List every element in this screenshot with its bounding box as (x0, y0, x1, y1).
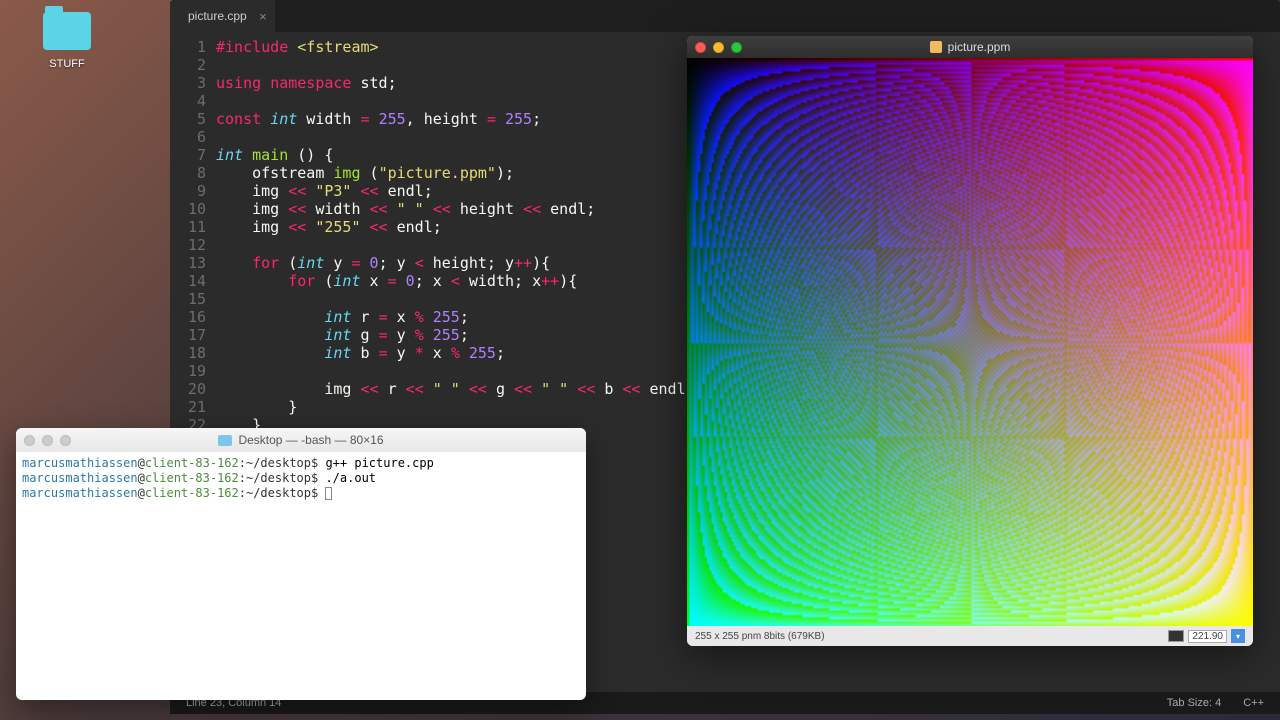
folder-icon (43, 12, 91, 50)
zoom-button[interactable] (731, 42, 742, 53)
image-info: 255 x 255 pnm 8bits (679KB) (695, 631, 825, 642)
image-canvas-area (687, 58, 1253, 626)
close-icon[interactable]: × (259, 9, 267, 24)
minimize-button[interactable] (713, 42, 724, 53)
viewer-titlebar[interactable]: picture.ppm (687, 36, 1253, 58)
desktop-folder[interactable]: STUFF (42, 12, 92, 72)
editor-tab[interactable]: picture.cpp × (170, 0, 275, 32)
zoom-value[interactable]: 221.90 (1188, 630, 1227, 643)
display-mode-icon[interactable] (1168, 630, 1184, 642)
status-tab-size[interactable]: Tab Size: 4 (1167, 697, 1221, 709)
viewer-statusbar: 255 x 255 pnm 8bits (679KB) 221.90 ▾ (687, 626, 1253, 646)
zoom-dropdown-icon[interactable]: ▾ (1231, 629, 1245, 643)
terminal-body[interactable]: marcusmathiassen@client-83-162:~/desktop… (16, 452, 586, 505)
window-controls (695, 42, 742, 53)
code-content: #include <fstream>using namespace std;co… (216, 38, 686, 434)
tab-title: picture.cpp (188, 9, 247, 23)
ppm-image (687, 58, 1253, 626)
viewer-title: picture.ppm (948, 40, 1011, 54)
terminal-window: Desktop — -bash — 80×16 marcusmathiassen… (16, 428, 586, 700)
window-controls (24, 435, 71, 446)
line-gutter: 12345678910111213141516171819202122 (170, 38, 216, 434)
folder-label: STUFF (49, 58, 84, 70)
close-button[interactable] (24, 435, 35, 446)
close-button[interactable] (695, 42, 706, 53)
terminal-titlebar[interactable]: Desktop — -bash — 80×16 (16, 428, 586, 452)
zoom-button[interactable] (60, 435, 71, 446)
editor-tabbar: picture.cpp × (170, 0, 1280, 32)
terminal-title: Desktop — -bash — 80×16 (238, 433, 383, 447)
minimize-button[interactable] (42, 435, 53, 446)
status-language[interactable]: C++ (1243, 697, 1264, 709)
file-icon (930, 41, 942, 53)
image-viewer-window: picture.ppm 255 x 255 pnm 8bits (679KB) … (687, 36, 1253, 646)
folder-icon (218, 435, 232, 446)
